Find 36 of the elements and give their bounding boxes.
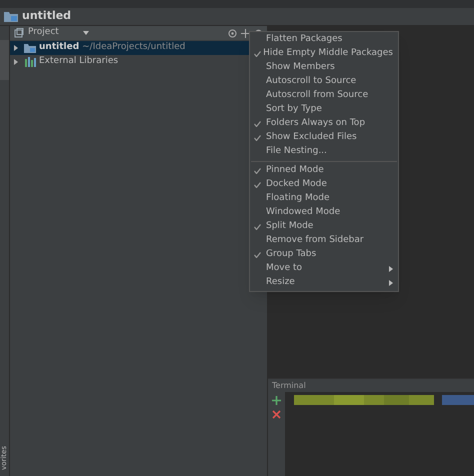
close-icon[interactable]	[272, 410, 281, 419]
window-title: untitled	[22, 8, 72, 24]
terminal-title: Terminal	[272, 380, 306, 392]
menu-item[interactable]: Move to	[250, 262, 398, 276]
tree-row[interactable]: untitled ~/IdeaProjects/untitled	[10, 41, 250, 55]
menu-item[interactable]: Docked Mode	[250, 178, 398, 192]
library-icon	[24, 57, 36, 67]
target-icon[interactable]	[228, 28, 237, 38]
panel-title[interactable]: Project	[28, 26, 59, 40]
window-icon	[14, 28, 24, 38]
menu-item[interactable]: Show Excluded Files	[250, 131, 398, 145]
menu-item[interactable]: File Nesting...	[250, 145, 398, 159]
path-label: ~/IdeaProjects/untitled	[82, 41, 186, 54]
menu-item[interactable]: Resize	[250, 276, 398, 290]
menu-item[interactable]: Sort by Type	[250, 103, 398, 117]
tree-label: untitled	[39, 41, 80, 54]
menu-item[interactable]: Autoscroll from Source	[250, 89, 398, 103]
tree-label: External Libraries	[39, 55, 118, 68]
add-icon[interactable]	[272, 396, 281, 405]
folder-icon	[24, 43, 36, 53]
tree-row[interactable]: External Libraries	[10, 55, 250, 69]
menu-item[interactable]: Windowed Mode	[250, 206, 398, 220]
expand-arrow-icon[interactable]	[13, 59, 19, 65]
folder-icon	[4, 11, 18, 22]
expand-arrow-icon[interactable]	[13, 45, 19, 51]
menu-item[interactable]: Split Mode	[250, 220, 398, 234]
dropdown-caret-icon[interactable]	[82, 31, 89, 35]
menu-item[interactable]: Group Tabs	[250, 248, 398, 262]
menu-item[interactable]: Autoscroll to Source	[250, 75, 398, 89]
menu-item[interactable]: Folders Always on Top	[250, 117, 398, 131]
menu-item[interactable]: Show Members	[250, 61, 398, 75]
menu-item[interactable]: Hide Empty Middle Packages	[250, 47, 398, 61]
menu-item[interactable]: Remove from Sidebar	[250, 234, 398, 248]
menu-item[interactable]: Flatten Packages	[250, 33, 398, 47]
menu-item[interactable]: Floating Mode	[250, 192, 398, 206]
menu-item[interactable]: Pinned Mode	[250, 164, 398, 178]
